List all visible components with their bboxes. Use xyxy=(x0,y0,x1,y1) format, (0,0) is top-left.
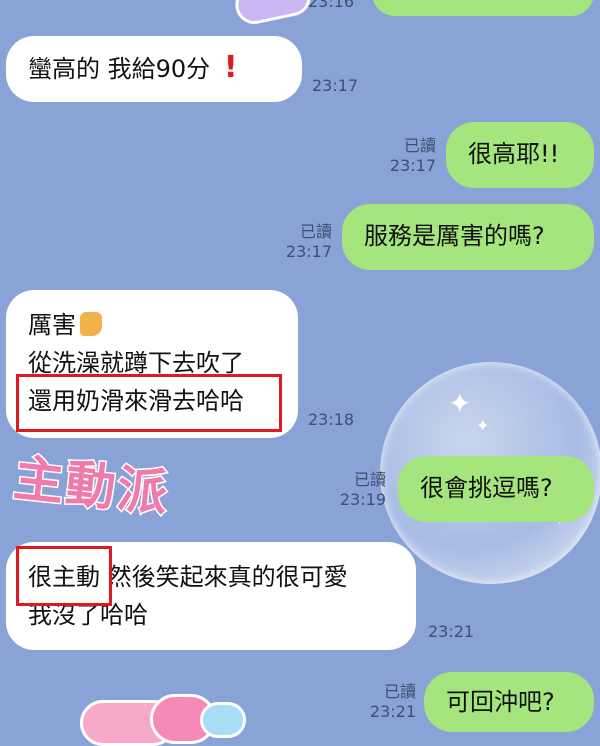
cloud-sticker xyxy=(200,702,246,738)
sparkle-icon: ✦ xyxy=(448,387,472,420)
message-time: 23:18 xyxy=(308,410,355,429)
read-receipt: 已讀 23:17 xyxy=(285,222,332,261)
read-receipt: 已讀 23:19 xyxy=(339,470,386,509)
read-receipt: 已讀 23:21 xyxy=(369,682,416,721)
message-text: 很會挑逗嗎? xyxy=(420,474,553,502)
highlight-box xyxy=(16,374,282,432)
message-bubble-outgoing[interactable]: 可回沖吧? xyxy=(424,672,594,732)
message-line: 厲害 xyxy=(28,311,76,339)
message-bubble-outgoing[interactable]: 很高耶!! xyxy=(446,122,594,188)
message-text: 可回沖吧? xyxy=(446,688,555,716)
timestamp-top: 23:16 xyxy=(308,0,355,11)
message-bubble-incoming[interactable]: 蠻高的 我給90分 ! xyxy=(6,36,302,102)
top-sticker xyxy=(231,0,315,28)
message-bubble-outgoing[interactable]: 服務是厲害的嗎? xyxy=(342,204,594,270)
read-receipt: 已讀 23:17 xyxy=(389,136,436,175)
message-text: 服務是厲害的嗎? xyxy=(364,222,545,250)
sparkle-icon: ✦ xyxy=(476,416,490,435)
highlight-box xyxy=(16,546,112,606)
message-bubble-outgoing[interactable]: 很會挑逗嗎? xyxy=(398,456,594,522)
message-time: 23:21 xyxy=(428,622,475,641)
exclamation-icon: ! xyxy=(223,50,238,85)
message-text: 很高耶!! xyxy=(468,140,560,168)
thumbs-up-icon xyxy=(80,312,102,336)
overlay-label: 主動派 xyxy=(9,447,173,524)
message-time: 23:17 xyxy=(312,76,359,95)
message-bubble-top[interactable] xyxy=(372,0,594,16)
message-text: 蠻高的 我給90分 xyxy=(28,55,211,83)
